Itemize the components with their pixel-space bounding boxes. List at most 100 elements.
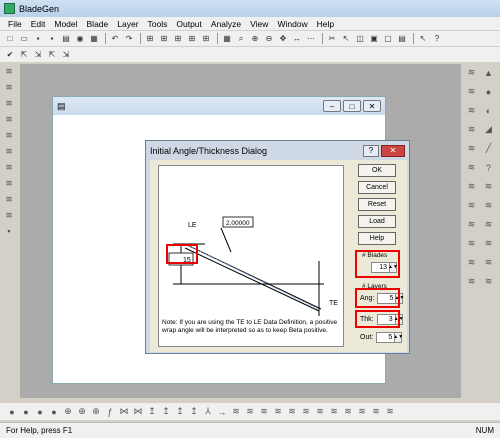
load-button[interactable]: Load bbox=[358, 215, 396, 228]
zoom-icon[interactable]: ⌕ bbox=[235, 33, 247, 44]
view4-icon[interactable]: ⊞ bbox=[186, 33, 198, 44]
circle-tool-icon[interactable]: ● bbox=[20, 406, 32, 418]
circle-tool-icon[interactable]: ● bbox=[48, 406, 60, 418]
menu-file[interactable]: File bbox=[8, 19, 22, 29]
grid-view-icon[interactable]: ▦ bbox=[221, 33, 233, 44]
blade-tool-icon[interactable]: ≋ bbox=[2, 96, 16, 110]
shape-tool-icon[interactable]: ≋ bbox=[464, 254, 479, 271]
tool-icon[interactable]: ↥ bbox=[160, 406, 172, 418]
tool1-icon[interactable]: ⇱ bbox=[18, 49, 30, 60]
view2-icon[interactable]: ⊞ bbox=[158, 33, 170, 44]
blade-tool-icon[interactable]: ≋ bbox=[300, 406, 312, 418]
save-icon[interactable]: ▪ bbox=[32, 33, 44, 44]
menu-model[interactable]: Model bbox=[54, 19, 77, 29]
dialog-close-button[interactable]: ✕ bbox=[381, 144, 405, 157]
help-button[interactable]: Help bbox=[358, 232, 396, 245]
3d-icon[interactable]: ▣ bbox=[368, 33, 380, 44]
blade-tool-icon[interactable]: ≋ bbox=[258, 406, 270, 418]
shape-tool-icon[interactable]: ≋ bbox=[464, 64, 479, 81]
blade-tool-icon[interactable]: ≋ bbox=[2, 80, 16, 94]
ok-button[interactable]: OK bbox=[358, 164, 396, 177]
tool-icon[interactable]: ⋈ bbox=[118, 406, 130, 418]
minimize-button[interactable]: – bbox=[323, 100, 341, 112]
dots-icon[interactable]: ⋯ bbox=[305, 33, 317, 44]
open-icon[interactable]: ▭ bbox=[18, 33, 30, 44]
blade-tool-icon[interactable]: ≋ bbox=[370, 406, 382, 418]
shape-tool-icon[interactable]: ≋ bbox=[464, 273, 479, 290]
shape-tool-icon[interactable]: ≋ bbox=[464, 235, 479, 252]
arrows-icon[interactable]: ↔ bbox=[291, 33, 303, 44]
tool-icon[interactable]: ⋈ bbox=[132, 406, 144, 418]
pointer-icon[interactable]: ↖ bbox=[340, 33, 352, 44]
tool-icon[interactable]: ⅄ bbox=[202, 406, 214, 418]
shape-tool-icon[interactable]: ≋ bbox=[464, 159, 479, 176]
shape-tool-icon[interactable]: ≋ bbox=[481, 197, 496, 214]
blade-tool-icon[interactable]: ≋ bbox=[2, 176, 16, 190]
shape-tool-icon[interactable]: ≋ bbox=[481, 178, 496, 195]
new-icon[interactable]: □ bbox=[4, 33, 16, 44]
menu-edit[interactable]: Edit bbox=[31, 19, 46, 29]
blade-tool-icon[interactable]: ≋ bbox=[2, 160, 16, 174]
tool3-icon[interactable]: ⇱ bbox=[46, 49, 58, 60]
shape-tool-icon[interactable]: ● bbox=[481, 83, 496, 100]
menu-output[interactable]: Output bbox=[176, 19, 202, 29]
shape-tool-icon[interactable]: ≋ bbox=[481, 273, 496, 290]
shape-tool-icon[interactable]: ▲ bbox=[481, 64, 496, 81]
circle-tool-icon[interactable]: ● bbox=[34, 406, 46, 418]
redo-icon[interactable]: ↷ bbox=[123, 33, 135, 44]
shape-tool-icon[interactable]: ◢ bbox=[481, 121, 496, 138]
zoom-in-icon[interactable]: ⊕ bbox=[249, 33, 261, 44]
shape-tool-icon[interactable]: ≋ bbox=[464, 83, 479, 100]
blade-tool-icon[interactable]: ≋ bbox=[384, 406, 396, 418]
blade-tool-icon[interactable]: ≋ bbox=[286, 406, 298, 418]
view1-icon[interactable]: ⊞ bbox=[144, 33, 156, 44]
print-icon[interactable]: ▤ bbox=[60, 33, 72, 44]
menu-window[interactable]: Window bbox=[277, 19, 307, 29]
close-button[interactable]: ✕ bbox=[363, 100, 381, 112]
tool-icon[interactable]: ↥ bbox=[146, 406, 158, 418]
save-as-icon[interactable]: ▪ bbox=[46, 33, 58, 44]
shape-tool-icon[interactable]: ≋ bbox=[481, 216, 496, 233]
blade-tool-icon[interactable]: ≋ bbox=[2, 64, 16, 78]
view5-icon[interactable]: ⊞ bbox=[200, 33, 212, 44]
blade-tool-icon[interactable]: ≋ bbox=[244, 406, 256, 418]
zoom-out-icon[interactable]: ⊖ bbox=[263, 33, 275, 44]
tool-icon[interactable]: ↥ bbox=[188, 406, 200, 418]
shape-tool-icon[interactable]: ≋ bbox=[464, 102, 479, 119]
tool2-icon[interactable]: ⇲ bbox=[32, 49, 44, 60]
tool4-icon[interactable]: ⇲ bbox=[60, 49, 72, 60]
shape-tool-icon[interactable]: ≋ bbox=[464, 197, 479, 214]
td-icon[interactable]: ▤ bbox=[396, 33, 408, 44]
shape-tool-icon[interactable]: ≋ bbox=[464, 216, 479, 233]
out-spinner[interactable]: Out: 5 ▲▼ bbox=[360, 331, 403, 344]
blade-tool-icon[interactable]: ≋ bbox=[314, 406, 326, 418]
cancel-button[interactable]: Cancel bbox=[358, 181, 396, 194]
check-icon[interactable]: ✔ bbox=[4, 49, 16, 60]
2d-icon[interactable]: ▢ bbox=[382, 33, 394, 44]
cube-icon[interactable]: ◫ bbox=[354, 33, 366, 44]
blade-tool-icon[interactable]: ≋ bbox=[2, 192, 16, 206]
menu-tools[interactable]: Tools bbox=[148, 19, 168, 29]
tool-icon[interactable]: ↥ bbox=[174, 406, 186, 418]
dialog-help-button[interactable]: ? bbox=[363, 144, 379, 157]
question-icon[interactable]: ? bbox=[431, 33, 443, 44]
blade-tool-icon[interactable]: ≋ bbox=[328, 406, 340, 418]
menu-view[interactable]: View bbox=[250, 19, 268, 29]
shape-tool-icon[interactable]: ≋ bbox=[464, 178, 479, 195]
target-icon[interactable]: ⊕ bbox=[62, 406, 74, 418]
binoculars-icon[interactable]: ◉ bbox=[74, 33, 86, 44]
blade-tool-icon[interactable]: ≋ bbox=[342, 406, 354, 418]
tool-icon[interactable]: → bbox=[216, 406, 228, 418]
grid-icon[interactable]: ▦ bbox=[88, 33, 100, 44]
blade-tool-icon[interactable]: ≋ bbox=[356, 406, 368, 418]
blade-tool-icon[interactable]: ≋ bbox=[2, 144, 16, 158]
move-icon[interactable]: ✥ bbox=[277, 33, 289, 44]
blade-tool-icon[interactable]: ≋ bbox=[2, 128, 16, 142]
menu-help[interactable]: Help bbox=[317, 19, 334, 29]
circle-tool-icon[interactable]: ● bbox=[6, 406, 18, 418]
cut-icon[interactable]: ✂ bbox=[326, 33, 338, 44]
blade-tool-icon[interactable]: ≋ bbox=[272, 406, 284, 418]
tool-icon[interactable]: ƒ bbox=[104, 406, 116, 418]
target-icon[interactable]: ⊕ bbox=[90, 406, 102, 418]
spinner-arrows-icon[interactable]: ▲▼ bbox=[393, 332, 403, 343]
